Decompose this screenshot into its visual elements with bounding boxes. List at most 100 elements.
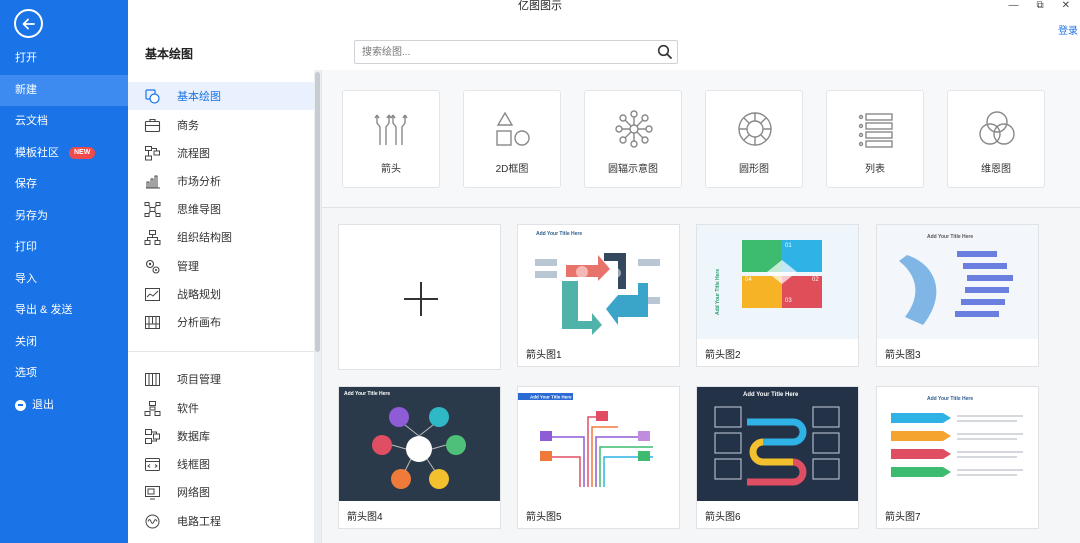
shape-label: 2D框图 — [495, 164, 529, 175]
list-icon — [858, 113, 893, 148]
login-link[interactable]: 登录 — [1058, 22, 1078, 37]
template-label: 箭头图7 — [885, 512, 921, 523]
gantt-icon — [144, 371, 161, 388]
thumb-title: Add Your Title Here — [927, 396, 973, 402]
category-software[interactable]: 软件 — [128, 394, 314, 422]
menu-item-close[interactable]: 关闭 — [0, 327, 128, 359]
basic-shapes-icon — [144, 88, 161, 105]
back-button[interactable] — [14, 9, 43, 38]
category-label: 软件 — [177, 403, 199, 415]
mindmap-icon — [144, 201, 161, 218]
category-strategy[interactable]: 战略规划 — [128, 280, 314, 308]
menu-item-label: 选项 — [15, 367, 37, 379]
template-card[interactable]: Add Your Title Here 箭头图3 — [876, 224, 1039, 367]
category-analysis-canvas[interactable]: 分析画布 — [128, 308, 314, 336]
category-label: 基本绘图 — [177, 91, 221, 103]
menu-item-cloud[interactable]: 云文档 — [0, 106, 128, 138]
category-sidebar: 基本绘图 商务 流程图 市场分析 思维导图 组织结构图 管理 战略规划 分析画布… — [128, 70, 322, 543]
shape-card-venn[interactable]: 维恩图 — [947, 90, 1045, 188]
category-label: 管理 — [177, 261, 199, 273]
shape-card-circle[interactable]: 圆形图 — [705, 90, 803, 188]
arrows-icon — [374, 114, 408, 145]
category-label: 项目管理 — [177, 374, 221, 386]
2d-shapes-icon — [496, 111, 530, 146]
close-button[interactable]: ✕ — [1062, 0, 1070, 11]
search-icon[interactable] — [657, 44, 673, 60]
category-circuit[interactable]: 电路工程 — [128, 507, 314, 535]
template-label: 箭头图1 — [526, 350, 562, 361]
template-thumbnail: Add Your Title Here — [697, 387, 858, 501]
shape-card-2d[interactable]: 2D框图 — [463, 90, 561, 188]
menu-item-label: 关闭 — [15, 335, 37, 348]
menu-item-label: 导出 & 发送 — [15, 304, 73, 316]
category-basic[interactable]: 基本绘图 — [128, 82, 314, 110]
circle-diagram-icon — [738, 112, 772, 146]
shape-card-radial[interactable]: 圆辐示意图 — [584, 90, 682, 188]
shape-card-arrows[interactable]: 箭头 — [342, 90, 440, 188]
category-label: 分析画布 — [177, 317, 221, 329]
template-label: 箭头图6 — [705, 512, 741, 523]
menu-item-new[interactable]: 新建 — [0, 74, 128, 106]
new-blank-card[interactable] — [338, 224, 501, 370]
menu-item-print[interactable]: 打印 — [0, 232, 128, 264]
exit-icon — [15, 399, 26, 411]
menu-item-options[interactable]: 选项 — [0, 358, 128, 390]
template-thumbnail: Add Your Title Here — [339, 387, 500, 501]
menu-item-import[interactable]: 导入 — [0, 264, 128, 296]
template-card[interactable]: Add Your Title Here 箭头图6 — [696, 386, 859, 529]
category-label: 组织结构图 — [177, 232, 232, 244]
template-card[interactable]: Add Your Title Here 01 02 03 04 箭头图2 — [696, 224, 859, 367]
menu-item-label: 保存 — [15, 178, 37, 190]
restore-button[interactable]: ⧉ — [1036, 0, 1043, 11]
shape-label: 维恩图 — [981, 164, 1011, 175]
venn-icon — [979, 111, 1015, 145]
menu-item-label: 模板社区 — [15, 146, 59, 159]
template-card[interactable]: Add Your Title Here 箭头图1 — [517, 224, 680, 367]
template-label: 箭头图2 — [705, 350, 741, 361]
category-org-chart[interactable]: 组织结构图 — [128, 223, 314, 251]
template-card[interactable]: Add Your Title Here 箭头图5 — [517, 386, 680, 529]
shape-card-list[interactable]: 列表 — [826, 90, 924, 188]
menu-item-save[interactable]: 保存 — [0, 169, 128, 201]
template-thumbnail: Add Your Title Here 01 02 03 04 — [697, 225, 858, 339]
category-label: 市场分析 — [177, 176, 221, 188]
circuit-icon — [144, 513, 161, 530]
svg-text:03: 03 — [785, 298, 792, 304]
bar-chart-icon — [144, 173, 161, 190]
category-market-analysis[interactable]: 市场分析 — [128, 167, 314, 195]
menu-item-exit[interactable]: 退出 — [0, 390, 128, 422]
menu-item-save-as[interactable]: 另存为 — [0, 201, 128, 233]
network-icon — [144, 484, 161, 501]
category-network[interactable]: 网络图 — [128, 478, 314, 506]
category-label: 商务 — [177, 120, 199, 132]
category-scrollbar-thumb[interactable] — [315, 72, 320, 352]
menu-item-open[interactable]: 打开 — [0, 43, 128, 75]
category-management[interactable]: 管理 — [128, 252, 314, 280]
category-label: 网络图 — [177, 487, 210, 499]
menu-item-label: 云文档 — [15, 115, 48, 127]
template-card[interactable]: Add Your Title Here 箭头图7 — [876, 386, 1039, 529]
template-card[interactable]: Add Your Title Here 箭头图4 — [338, 386, 501, 529]
template-thumbnail: Add Your Title Here — [518, 225, 679, 339]
shape-label: 圆形图 — [739, 164, 769, 175]
menu-item-export[interactable]: 导出 & 发送 — [0, 295, 128, 327]
category-divider — [128, 351, 314, 352]
shape-library-row: 箭头 2D框图 圆辐示意图 圆形图 列表 维恩图 — [322, 70, 1080, 208]
arrow-left-icon — [22, 18, 35, 29]
template-thumbnail: Add Your Title Here — [877, 387, 1038, 501]
menu-item-template-community[interactable]: 模板社区 NEW — [0, 138, 128, 170]
category-mindmap[interactable]: 思维导图 — [128, 195, 314, 223]
category-label: 流程图 — [177, 148, 210, 160]
category-project-management[interactable]: 项目管理 — [128, 365, 314, 393]
category-wireframe[interactable]: 线框图 — [128, 450, 314, 478]
template-thumbnail: Add Your Title Here — [518, 387, 679, 501]
category-database[interactable]: 数据库 — [128, 422, 314, 450]
category-business[interactable]: 商务 — [128, 111, 314, 139]
page-title: 基本绘图 — [145, 47, 194, 61]
category-label: 思维导图 — [177, 204, 221, 216]
category-label: 数据库 — [177, 431, 210, 443]
minimize-button[interactable]: — — [1008, 0, 1018, 11]
search-input[interactable] — [355, 41, 645, 63]
menu-item-label: 新建 — [15, 83, 37, 96]
category-flowchart[interactable]: 流程图 — [128, 139, 314, 167]
